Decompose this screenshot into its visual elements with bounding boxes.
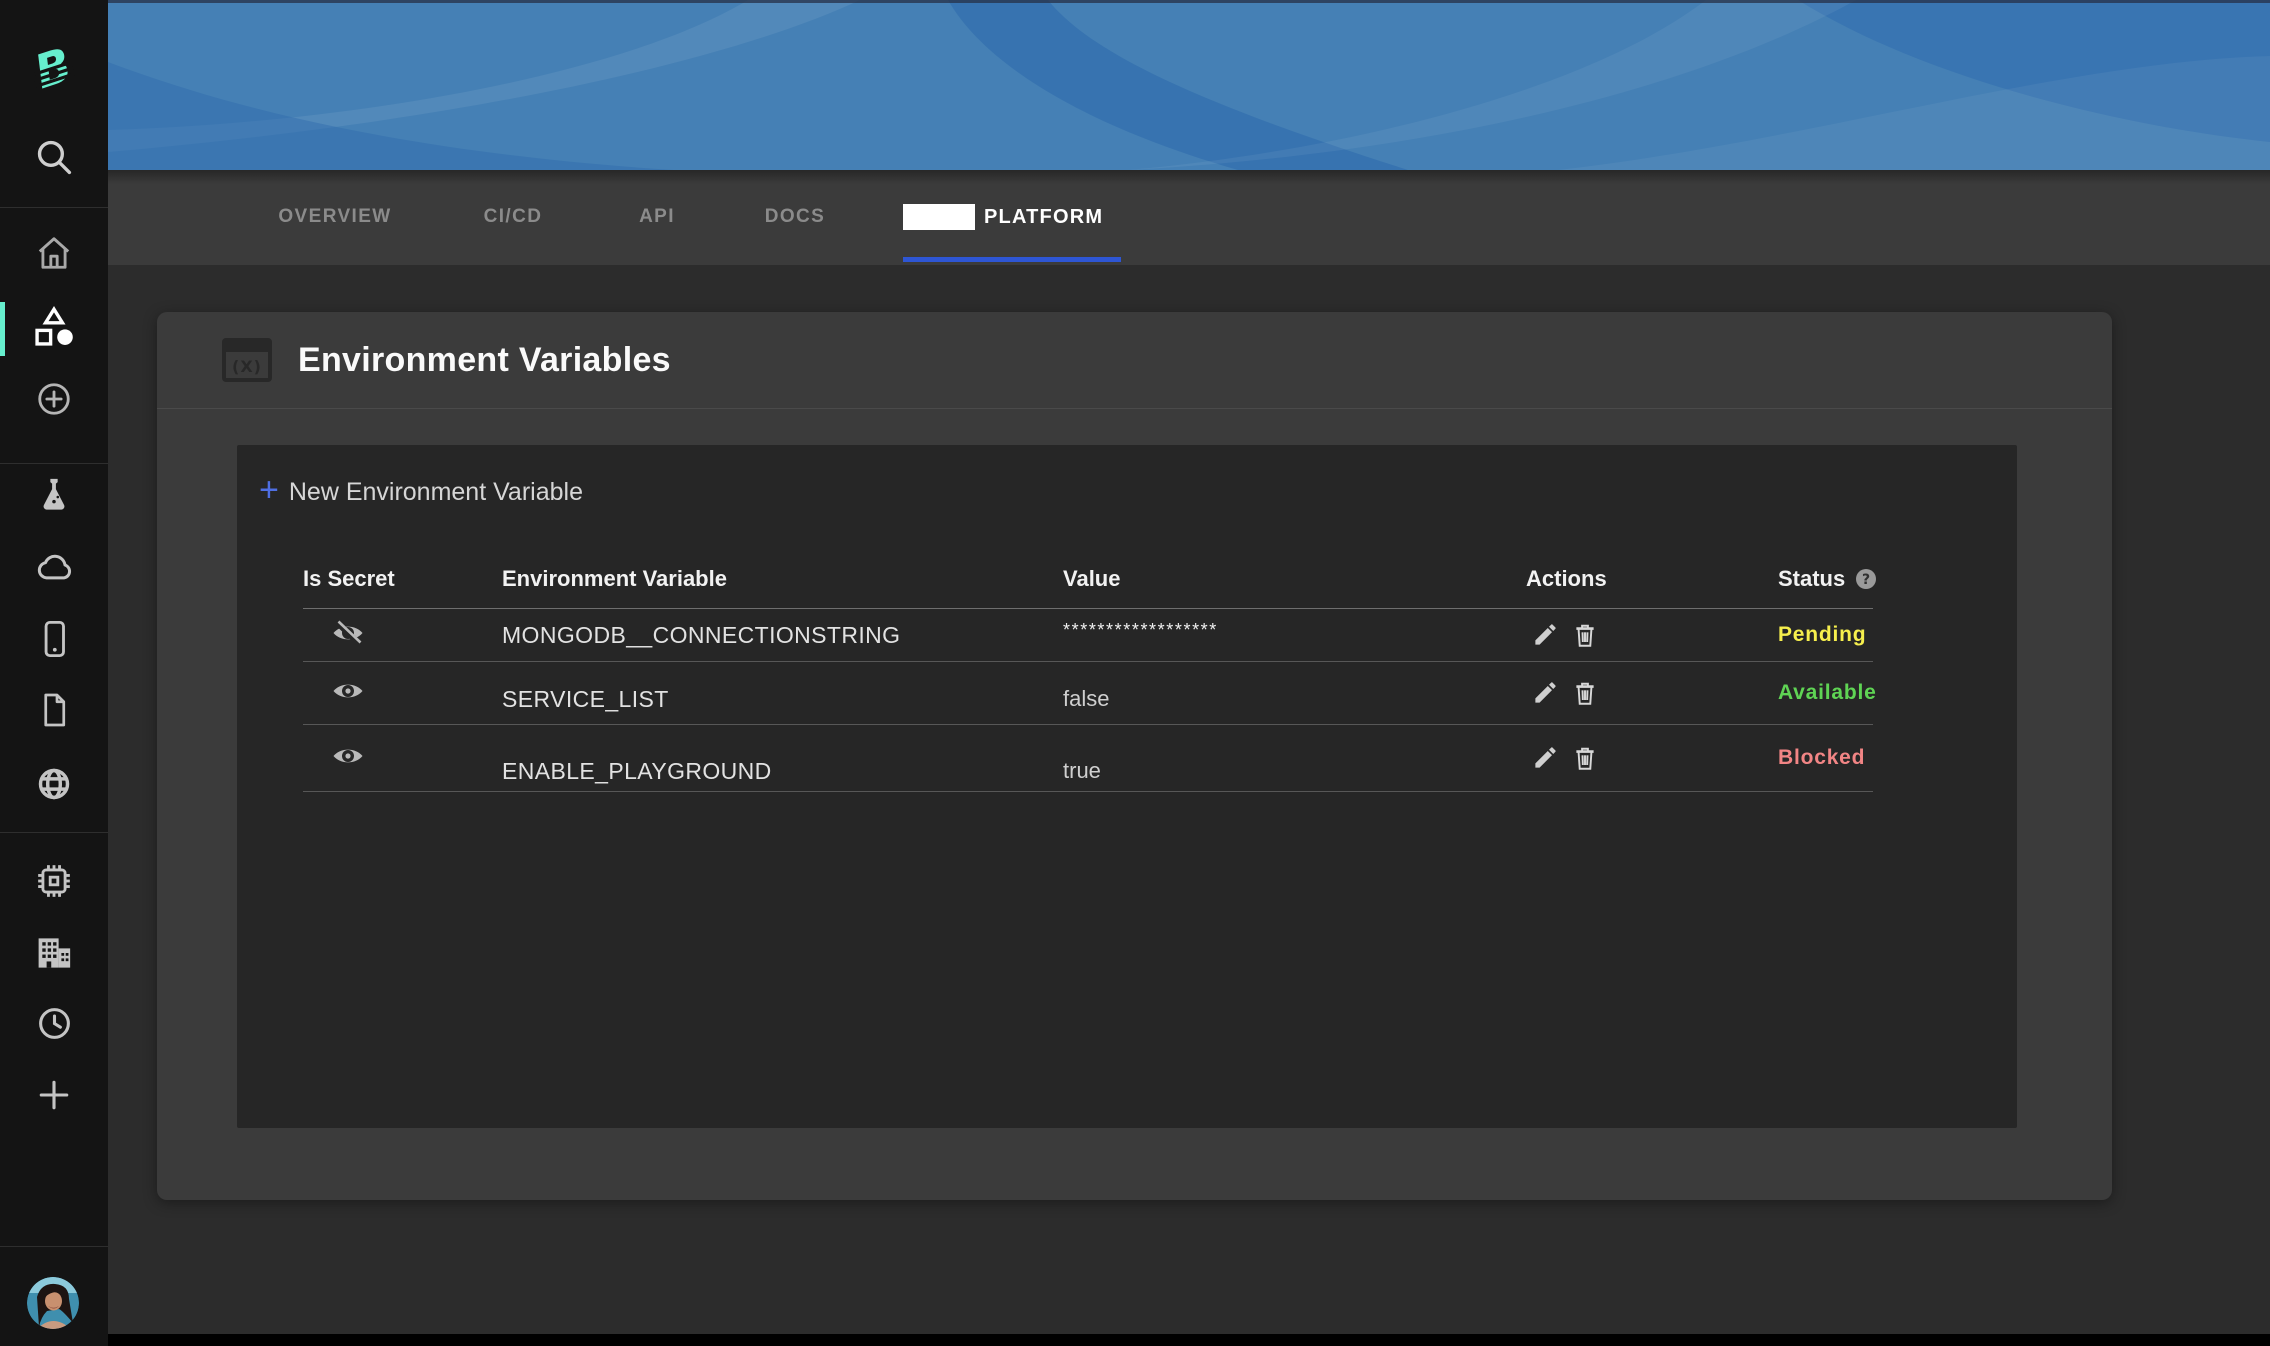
delete-icon[interactable]: [1572, 621, 1599, 649]
status-badge: Blocked: [1778, 746, 1865, 769]
tab-platform[interactable]: PLATFORM: [903, 204, 1103, 230]
sidebar-item-document[interactable]: [0, 684, 108, 740]
col-header-is-secret: Is Secret: [303, 566, 502, 592]
flask-icon: [36, 476, 72, 519]
table-row: SERVICE_LIST false: [303, 662, 1873, 725]
tab-api[interactable]: API: [639, 206, 675, 228]
sidebar-item-cloud[interactable]: [0, 541, 108, 597]
environment-variables-table: Is Secret Environment Variable Value Act…: [303, 550, 1873, 792]
variable-name: MONGODB__CONNECTIONSTRING: [502, 622, 1063, 649]
plus-icon: +: [259, 473, 279, 507]
svg-text:?: ?: [1862, 572, 1870, 588]
eye-off-icon[interactable]: [331, 633, 365, 650]
sidebar-divider: [0, 832, 108, 833]
table-row: ENABLE_PLAYGROUND true: [303, 725, 1873, 792]
variables-card: + New Environment Variable Is Secret Env…: [237, 445, 2017, 1128]
status-help-icon[interactable]: ?: [1855, 568, 1877, 590]
app-window: B: [0, 0, 2270, 1346]
variable-name: SERVICE_LIST: [502, 686, 669, 713]
sidebar-item-organization[interactable]: [0, 927, 108, 983]
stack-logo-icon: B: [26, 41, 82, 102]
col-header-actions: Actions: [1526, 566, 1778, 592]
sidebar-divider: [0, 207, 108, 208]
search-icon: [34, 137, 74, 182]
variable-value: true: [1063, 758, 1101, 784]
redacted-label-block: [903, 204, 975, 230]
mobile-icon: [35, 619, 73, 664]
status-badge: Available: [1778, 681, 1877, 704]
home-icon: [35, 234, 73, 277]
sidebar-item-logo[interactable]: B: [0, 42, 108, 100]
cloud-icon: [33, 547, 75, 592]
tab-docs[interactable]: DOCS: [765, 206, 826, 228]
sidebar-item-home[interactable]: [0, 227, 108, 283]
delete-icon[interactable]: [1572, 744, 1599, 772]
tab-platform-label: PLATFORM: [984, 206, 1103, 229]
user-avatar-image: [27, 1277, 79, 1329]
new-environment-variable-label: New Environment Variable: [289, 478, 583, 507]
sidebar-item-chip[interactable]: [0, 855, 108, 911]
panel-title: Environment Variables: [298, 341, 671, 380]
col-header-status: Status: [1778, 566, 1845, 592]
sidebar-item-globe[interactable]: [0, 758, 108, 814]
tab-overview[interactable]: OVERVIEW: [278, 206, 391, 228]
table-row: MONGODB__CONNECTIONSTRING **************…: [303, 609, 1873, 662]
document-icon: [36, 691, 72, 734]
sidebar-item-add-circle[interactable]: [0, 373, 108, 429]
bottom-edge-bar: [0, 1334, 2270, 1346]
table-header-row: Is Secret Environment Variable Value Act…: [303, 550, 1873, 609]
col-header-value: Value: [1063, 566, 1524, 592]
delete-icon[interactable]: [1572, 679, 1599, 707]
status-badge: Pending: [1778, 623, 1866, 646]
col-header-environment-variable: Environment Variable: [502, 566, 1063, 592]
shapes-icon: [32, 305, 76, 354]
history-clock-icon: [36, 1005, 73, 1047]
sidebar-item-mobile[interactable]: [0, 613, 108, 669]
add-circle-icon: [35, 380, 73, 423]
sidebar-divider: [0, 463, 108, 464]
panel-header: (X) Environment Variables: [157, 312, 2112, 409]
edit-icon[interactable]: [1532, 621, 1559, 649]
new-environment-variable-link[interactable]: + New Environment Variable: [259, 475, 583, 509]
globe-icon: [36, 766, 72, 807]
hero-banner: [108, 0, 2270, 170]
add-icon: [37, 1078, 71, 1117]
environment-variables-panel: (X) Environment Variables + New Environm…: [157, 312, 2112, 1200]
sidebar-item-add[interactable]: [0, 1069, 108, 1125]
tab-bar: OVERVIEW CI/CD API DOCS PLATFORM: [108, 170, 2270, 265]
user-avatar[interactable]: [27, 1277, 79, 1329]
tab-cicd[interactable]: CI/CD: [484, 206, 543, 228]
banner-artwork: [108, 0, 2270, 170]
organization-icon: [34, 934, 74, 977]
active-tab-underline: [903, 257, 1121, 262]
sidebar-item-shapes[interactable]: [0, 301, 108, 357]
variable-value-masked: ******************: [1063, 620, 1218, 641]
svg-text:(X): (X): [232, 357, 262, 376]
variable-name: ENABLE_PLAYGROUND: [502, 758, 772, 785]
sidebar-item-search[interactable]: [0, 131, 108, 187]
variable-value: false: [1063, 686, 1109, 712]
sidebar-divider: [0, 1246, 108, 1247]
chip-icon: [35, 862, 73, 905]
eye-icon[interactable]: [331, 691, 365, 708]
sidebar: B: [0, 0, 108, 1346]
sidebar-item-history[interactable]: [0, 998, 108, 1054]
env-window-icon: (X): [222, 338, 272, 382]
eye-icon[interactable]: [331, 756, 365, 773]
sidebar-item-flask[interactable]: [0, 469, 108, 525]
edit-icon[interactable]: [1532, 679, 1559, 707]
edit-icon[interactable]: [1532, 744, 1559, 772]
